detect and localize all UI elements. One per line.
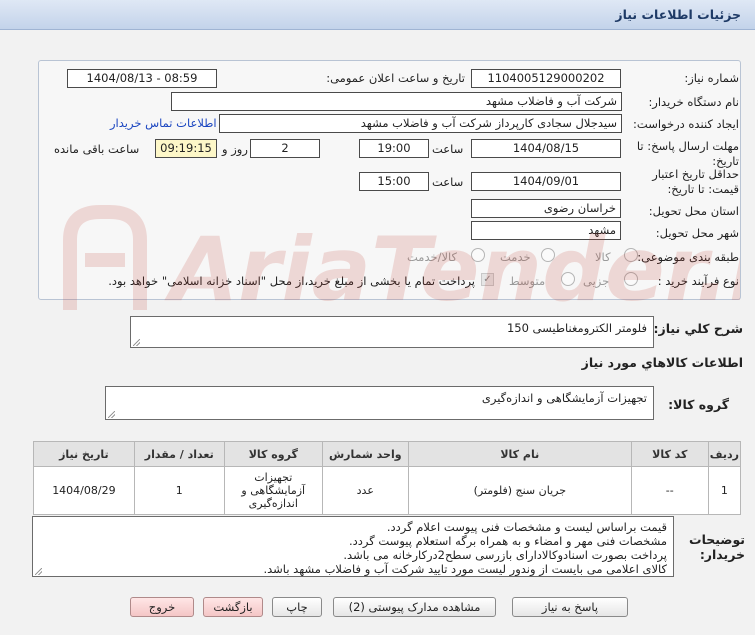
- price-validity-label: حداقل تاریخ اعتبار قیمت: تا تاریخ:: [652, 167, 739, 196]
- deadline-time-label: ساعت: [432, 142, 464, 156]
- treasury-payment-checkbox[interactable]: ✓: [481, 273, 494, 286]
- treasury-payment-note: پرداخت تمام یا بخشی از مبلغ خرید،از محل …: [108, 274, 475, 288]
- process-minor-label: جزیی: [583, 274, 610, 288]
- need-number-label: شماره نیاز:: [684, 71, 739, 85]
- category-goods-service-radio[interactable]: [471, 248, 485, 262]
- goods-group-text: تجهیزات آزمایشگاهی و اندازه‌گیری: [481, 391, 647, 405]
- creator-field: سیدجلال سجادی کارپرداز شرکت آب و فاضلاب …: [219, 114, 622, 133]
- page-title: جزئیات اطلاعات نیاز: [0, 0, 755, 30]
- buyer-note-line: پرداخت بصورت اسنادوکالادارای بازرسی سطح2…: [343, 548, 667, 562]
- col-need-date: تاریخ نیاز: [33, 441, 135, 467]
- cell-quantity: 1: [133, 466, 225, 515]
- deadline-label: مهلت ارسال پاسخ: تا تاریخ:: [636, 139, 739, 168]
- table-row: 1 -- جریان سنج (فلومتر) عدد تجهیزات آزما…: [33, 466, 742, 515]
- col-row: ردیف: [707, 441, 742, 467]
- category-goods-service-label: کالا/خدمت: [407, 250, 458, 264]
- deadline-time-field: 19:00: [359, 139, 429, 158]
- goods-group-textarea[interactable]: تجهیزات آزمایشگاهی و اندازه‌گیری: [105, 386, 654, 420]
- col-group: گروه کالا: [223, 441, 323, 467]
- buyer-note-line: کالای اعلامی می بایست از وندور لیست مورد…: [263, 562, 667, 576]
- need-summary-label: شرح کلي نیاز:: [653, 321, 743, 336]
- category-label: طبقه بندی موضوعی:: [637, 250, 739, 264]
- deadline-date-field: 1404/08/15: [471, 139, 621, 158]
- buyer-org-field: شرکت آب و فاضلاب مشهد: [171, 92, 622, 111]
- print-button[interactable]: چاپ: [272, 597, 322, 617]
- category-goods-label: کالا: [595, 250, 611, 264]
- resize-grip-icon[interactable]: [108, 411, 115, 418]
- buyer-notes-textarea[interactable]: قیمت براساس لیست و مشخصات فنی پیوست اعلا…: [32, 516, 674, 577]
- price-validity-time-label: ساعت: [432, 175, 464, 189]
- col-code: کد کالا: [630, 441, 709, 467]
- col-quantity: تعداد / مقدار: [133, 441, 225, 467]
- exit-button[interactable]: خروج: [130, 597, 194, 617]
- buyer-note-line: قیمت براساس لیست و مشخصات فنی پیوست اعلا…: [386, 520, 667, 534]
- buyer-notes-label: توضیحات خریدار:: [689, 532, 745, 562]
- process-type-label: نوع فرآیند خرید :: [657, 274, 739, 288]
- buyer-note-line: مشخصات فنی مهر و امضاء و به همراه برگه ا…: [349, 534, 667, 548]
- city-label: شهر محل تحویل:: [655, 226, 739, 240]
- need-summary-textarea[interactable]: فلومتر الکترومغناطیسی 150: [130, 316, 654, 348]
- reply-button[interactable]: پاسخ به نیاز: [512, 597, 628, 617]
- process-minor-radio[interactable]: [624, 272, 638, 286]
- category-goods-radio[interactable]: [624, 248, 638, 262]
- attachments-button[interactable]: مشاهده مدارک پیوستی (2): [333, 597, 496, 617]
- category-service-radio[interactable]: [541, 248, 555, 262]
- goods-group-label: گروه کالا:: [668, 397, 729, 412]
- days-label: روز و: [222, 142, 248, 156]
- creator-label: ایجاد کننده درخواست:: [633, 117, 739, 131]
- process-medium-label: متوسط: [509, 274, 546, 288]
- cell-unit: عدد: [321, 466, 409, 515]
- remaining-time-label: ساعت باقی مانده: [54, 142, 140, 156]
- goods-table-header: ردیف کد کالا نام کالا واحد شمارش گروه کا…: [33, 441, 742, 467]
- cell-group: تجهیزات آزمایشگاهی و اندازه‌گیری: [223, 466, 323, 515]
- announce-date-label: تاریخ و ساعت اعلان عمومی:: [326, 71, 465, 85]
- need-number-field: 1104005129000202: [471, 69, 621, 88]
- price-validity-time-field: 15:00: [359, 172, 429, 191]
- process-medium-radio[interactable]: [561, 272, 575, 286]
- buyer-org-label: نام دستگاه خریدار:: [648, 95, 739, 109]
- cell-name: جریان سنج (فلومتر): [407, 466, 632, 515]
- province-label: استان محل تحویل:: [648, 204, 739, 218]
- category-service-label: خدمت: [500, 250, 531, 264]
- need-summary-text: فلومتر الکترومغناطیسی 150: [506, 321, 647, 335]
- cell-code: --: [630, 466, 709, 515]
- buyer-contact-link[interactable]: اطلاعات تماس خریدار: [110, 116, 217, 130]
- goods-table: ردیف کد کالا نام کالا واحد شمارش گروه کا…: [33, 441, 742, 515]
- days-remaining-field: 2: [250, 139, 320, 158]
- resize-grip-icon[interactable]: [35, 568, 42, 575]
- back-button[interactable]: بازگشت: [203, 597, 263, 617]
- price-validity-date-field: 1404/09/01: [471, 172, 621, 191]
- province-field: خراسان رضوی: [471, 199, 621, 218]
- col-name: نام کالا: [407, 441, 632, 467]
- goods-section-title: اطلاعات کالاهاي مورد نیاز: [581, 355, 743, 370]
- remaining-time-field: 09:19:15: [155, 139, 217, 158]
- resize-grip-icon[interactable]: [133, 339, 140, 346]
- cell-need-date: 1404/08/29: [33, 466, 135, 515]
- announce-date-field: 1404/08/13 - 08:59: [67, 69, 217, 88]
- city-field: مشهد: [471, 221, 621, 240]
- cell-row: 1: [707, 466, 742, 515]
- col-unit: واحد شمارش: [321, 441, 409, 467]
